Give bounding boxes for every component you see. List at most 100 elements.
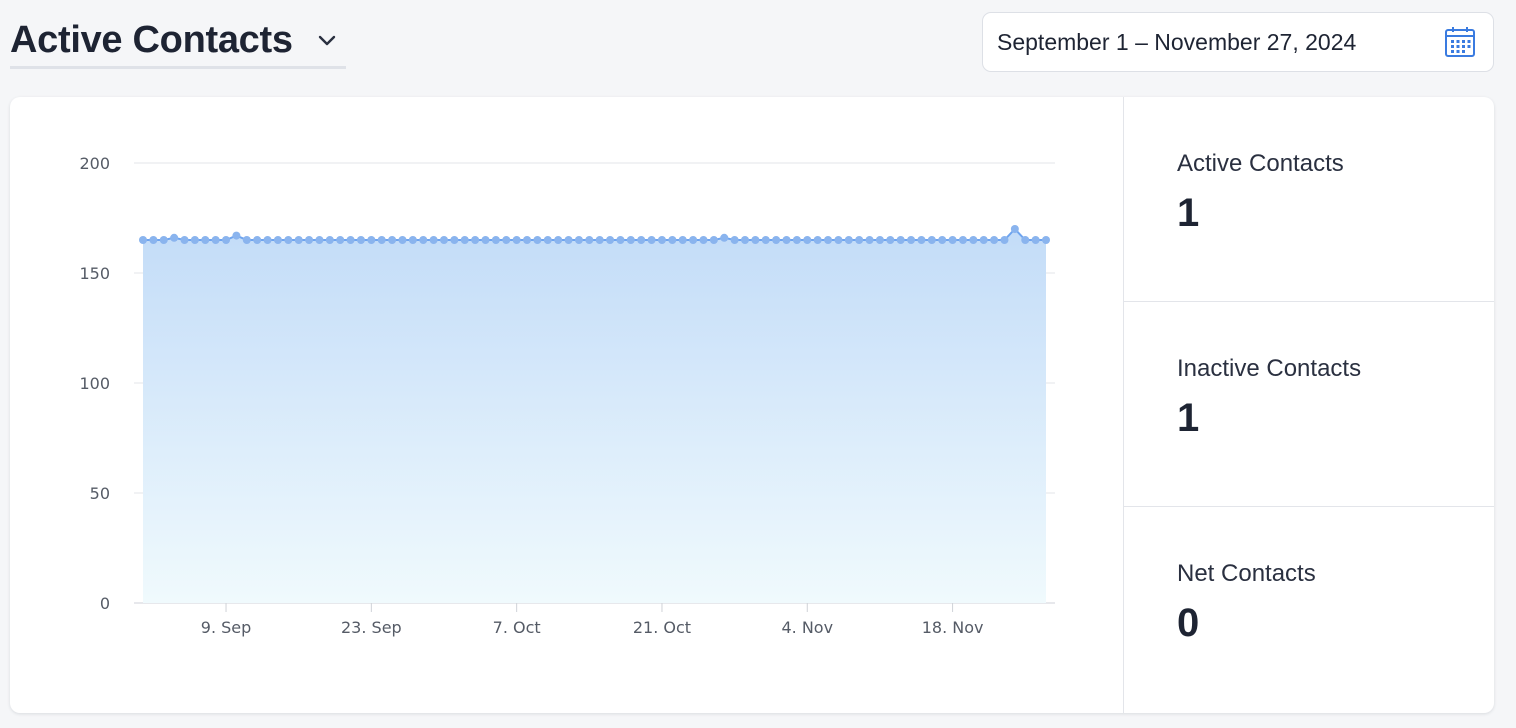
data-point[interactable]	[730, 236, 739, 244]
data-point[interactable]	[1031, 236, 1040, 244]
data-point[interactable]	[315, 236, 324, 244]
data-point[interactable]	[834, 236, 843, 244]
data-point[interactable]	[159, 236, 168, 244]
report-selector[interactable]: Active Contacts	[10, 14, 346, 69]
data-point[interactable]	[886, 236, 895, 244]
data-point[interactable]	[803, 236, 812, 244]
data-point[interactable]	[450, 236, 459, 244]
data-point[interactable]	[844, 236, 853, 244]
data-point[interactable]	[388, 236, 397, 244]
data-point[interactable]	[1042, 236, 1050, 244]
data-point[interactable]	[917, 236, 926, 244]
data-point[interactable]	[222, 236, 231, 244]
data-point[interactable]	[574, 236, 583, 244]
data-point[interactable]	[907, 236, 916, 244]
data-point[interactable]	[543, 236, 552, 244]
data-point[interactable]	[647, 236, 656, 244]
data-point[interactable]	[564, 236, 573, 244]
data-point[interactable]	[367, 236, 376, 244]
data-point[interactable]	[491, 236, 500, 244]
data-point[interactable]	[709, 236, 718, 244]
stat-label: Net Contacts	[1177, 560, 1316, 587]
x-tick-label: 9. Sep	[201, 618, 252, 637]
data-point[interactable]	[741, 236, 749, 244]
data-point[interactable]	[969, 236, 978, 244]
x-tick-label: 4. Nov	[781, 618, 833, 637]
x-tick-label: 18. Nov	[922, 618, 984, 637]
data-point[interactable]	[637, 236, 646, 244]
data-point[interactable]	[585, 236, 594, 244]
data-point[interactable]	[305, 236, 314, 244]
data-point[interactable]	[325, 236, 334, 244]
chevron-down-icon[interactable]	[316, 32, 338, 48]
data-point[interactable]	[346, 236, 355, 244]
data-point[interactable]	[855, 236, 864, 244]
data-point[interactable]	[772, 236, 781, 244]
data-point[interactable]	[813, 236, 822, 244]
data-point[interactable]	[990, 236, 999, 244]
data-point[interactable]	[242, 236, 251, 244]
calendar-icon[interactable]	[1443, 25, 1477, 59]
data-point[interactable]	[336, 236, 345, 244]
data-point[interactable]	[440, 236, 448, 244]
contacts-area-chart: 0 50 100 150 200 9. Sep 23. Sep 7. Oct 21. Oct 4.…	[79, 154, 1055, 637]
data-point[interactable]	[606, 236, 615, 244]
data-point[interactable]	[253, 236, 262, 244]
data-point[interactable]	[927, 236, 936, 244]
data-point[interactable]	[678, 236, 687, 244]
data-point[interactable]	[1000, 236, 1009, 244]
data-point[interactable]	[512, 236, 521, 244]
data-point[interactable]	[471, 236, 480, 244]
data-point[interactable]	[273, 236, 282, 244]
data-point[interactable]	[190, 236, 199, 244]
data-point[interactable]	[699, 236, 708, 244]
data-point[interactable]	[263, 236, 272, 244]
data-point[interactable]	[211, 236, 220, 244]
data-point[interactable]	[896, 236, 905, 244]
data-point[interactable]	[938, 236, 947, 244]
data-point[interactable]	[429, 236, 438, 244]
data-point[interactable]	[481, 236, 490, 244]
data-point[interactable]	[398, 236, 407, 244]
stat-label: Active Contacts	[1177, 150, 1344, 177]
data-point[interactable]	[460, 236, 469, 244]
data-point[interactable]	[294, 236, 303, 244]
data-point[interactable]	[595, 236, 604, 244]
data-point[interactable]	[958, 236, 967, 244]
data-point[interactable]	[170, 233, 179, 242]
data-point[interactable]	[865, 236, 874, 244]
data-point[interactable]	[751, 236, 760, 244]
data-point[interactable]	[948, 236, 957, 244]
data-point[interactable]	[1010, 225, 1019, 233]
data-point[interactable]	[626, 236, 635, 244]
data-point[interactable]	[689, 236, 698, 244]
data-point[interactable]	[377, 236, 386, 244]
data-point[interactable]	[668, 236, 677, 244]
data-point[interactable]	[284, 236, 293, 244]
data-point[interactable]	[201, 236, 210, 244]
data-point[interactable]	[502, 236, 511, 244]
data-point[interactable]	[1021, 236, 1030, 244]
data-point[interactable]	[419, 236, 428, 244]
data-point[interactable]	[720, 233, 729, 242]
data-point[interactable]	[792, 236, 801, 244]
date-range-picker[interactable]: September 1 – November 27, 2024	[982, 12, 1494, 72]
data-point[interactable]	[356, 236, 365, 244]
data-point[interactable]	[824, 236, 833, 244]
data-point[interactable]	[232, 231, 241, 240]
data-point[interactable]	[979, 236, 988, 244]
data-point[interactable]	[533, 236, 542, 244]
data-point[interactable]	[149, 236, 158, 244]
data-point[interactable]	[761, 236, 770, 244]
data-point[interactable]	[616, 236, 625, 244]
data-point[interactable]	[554, 236, 563, 244]
data-point[interactable]	[408, 236, 417, 244]
data-point[interactable]	[657, 236, 666, 244]
data-point[interactable]	[875, 236, 884, 244]
data-point[interactable]	[523, 236, 532, 244]
x-tick-label: 21. Oct	[633, 618, 691, 637]
data-point[interactable]	[782, 236, 791, 244]
chart-area: 0 50 100 150 200 9. Sep 23. Sep 7. Oct 21. Oct 4.…	[10, 97, 1123, 713]
data-point[interactable]	[180, 236, 189, 244]
data-point[interactable]	[139, 236, 147, 244]
